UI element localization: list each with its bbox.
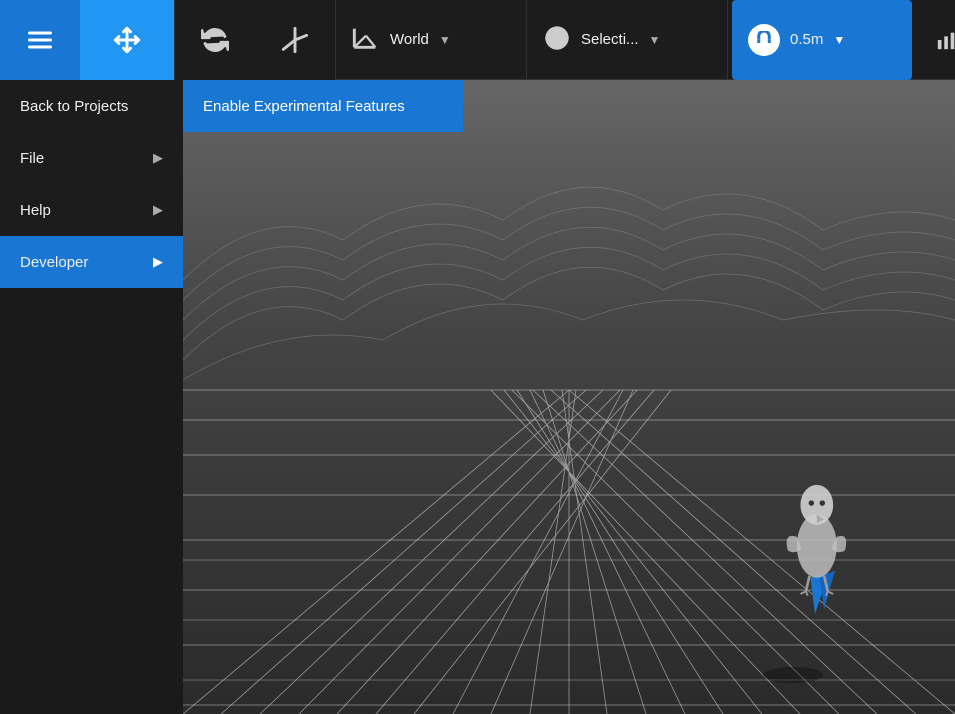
- snap-dropdown[interactable]: 0.5m ▼: [732, 0, 912, 80]
- help-label: Help: [20, 202, 51, 219]
- snap-chevron: ▼: [833, 33, 845, 47]
- magnet-icon: [748, 24, 780, 56]
- selection-dropdown[interactable]: Selecti... ▼: [527, 0, 727, 80]
- developer-label: Developer: [20, 254, 88, 271]
- file-label: File: [20, 150, 44, 167]
- enable-experimental-item[interactable]: Enable Experimental Features: [183, 80, 463, 132]
- menu-item-back[interactable]: Back to Projects: [0, 80, 183, 132]
- developer-submenu: Enable Experimental Features: [183, 80, 463, 132]
- axis-button[interactable]: [255, 0, 335, 80]
- sidebar-menu: Back to Projects File ▶ Help ▶ Developer…: [0, 80, 183, 288]
- target-icon: [543, 24, 571, 56]
- refresh-button[interactable]: [175, 0, 255, 80]
- toolbar-left-group: World ▼ Selecti... ▼: [0, 0, 916, 79]
- grid-svg: [183, 80, 955, 714]
- toolbar: World ▼ Selecti... ▼: [0, 0, 955, 80]
- menu-item-help[interactable]: Help ▶: [0, 184, 183, 236]
- file-arrow: ▶: [153, 150, 163, 166]
- move-button[interactable]: [80, 0, 174, 80]
- character-figure: [765, 414, 865, 614]
- scene: [183, 80, 955, 714]
- back-label: Back to Projects: [20, 98, 128, 115]
- menu-item-file[interactable]: File ▶: [0, 132, 183, 184]
- stats-icon: [936, 29, 955, 51]
- coordinate-icon: [352, 24, 380, 56]
- separator-4: [727, 0, 728, 80]
- snap-label: 0.5m: [790, 31, 823, 48]
- hamburger-button[interactable]: [0, 0, 80, 80]
- developer-arrow: ▶: [153, 254, 163, 270]
- menu-item-developer[interactable]: Developer ▶: [0, 236, 183, 288]
- stats-button[interactable]: Stats: [916, 0, 955, 80]
- selection-label: Selecti...: [581, 31, 639, 48]
- viewport-3d[interactable]: [183, 80, 955, 714]
- toolbar-right-group: Stats Lit: [916, 0, 955, 79]
- world-label: World: [390, 31, 429, 48]
- enable-experimental-label: Enable Experimental Features: [203, 98, 405, 115]
- world-dropdown[interactable]: World ▼: [336, 0, 526, 80]
- help-arrow: ▶: [153, 202, 163, 218]
- world-chevron: ▼: [439, 33, 451, 47]
- selection-chevron: ▼: [649, 33, 661, 47]
